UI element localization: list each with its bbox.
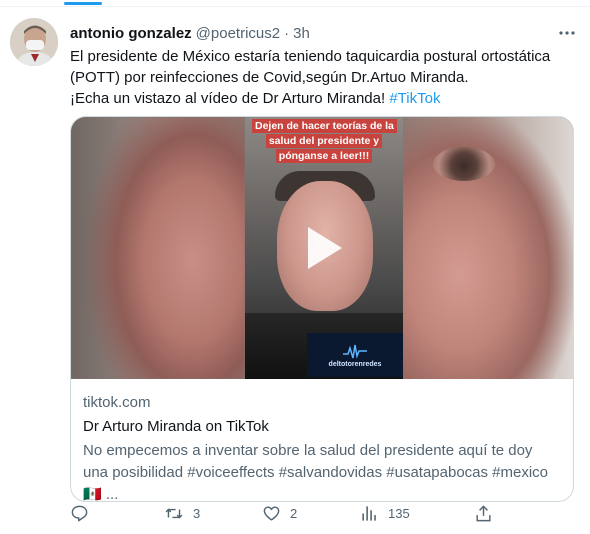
share-icon <box>476 504 491 521</box>
retweet-count: 3 <box>193 505 201 521</box>
author-handle[interactable]: @poetricus2 <box>196 25 280 42</box>
play-icon[interactable] <box>299 223 349 273</box>
link-card[interactable]: Dejen de hacer teorías de la salud del p… <box>70 116 574 502</box>
tweet-text: El presidente de México estaría teniendo… <box>70 46 576 109</box>
tweet-time[interactable]: 3h <box>293 25 310 42</box>
tweet-actions: 3 2 135 <box>70 502 520 524</box>
card-media[interactable]: Dejen de hacer teorías de la salud del p… <box>71 117 573 379</box>
retweet-button[interactable]: 3 <box>164 502 200 524</box>
tweet: antonio gonzalez @poetricus2 · 3h El pre… <box>70 22 576 109</box>
card-description: No empecemos a inventar sobre la salud d… <box>83 442 549 502</box>
analytics-icon <box>362 505 376 521</box>
hashtag-link[interactable]: #TikTok <box>389 90 440 107</box>
views-button[interactable]: 135 <box>360 502 410 524</box>
tweet-text-line: ¡Echa un vistazo al vídeo de Dr Arturo M… <box>70 88 576 109</box>
divider <box>0 6 590 7</box>
card-info[interactable]: tiktok.com Dr Arturo Miranda on TikTok N… <box>71 379 573 502</box>
reply-button[interactable] <box>70 502 98 524</box>
media-background-left <box>71 117 245 379</box>
logo-mark-icon <box>343 344 367 359</box>
more-icon[interactable] <box>556 22 578 44</box>
views-count: 135 <box>388 505 410 521</box>
tweet-cta: ¡Echa un vistazo al vídeo de Dr Arturo M… <box>70 90 386 107</box>
card-domain: tiktok.com <box>83 394 151 411</box>
separator-dot: · <box>284 24 290 42</box>
avatar-image <box>10 18 58 66</box>
media-background-right <box>399 117 573 379</box>
channel-logo: deltotorenredes <box>307 333 403 377</box>
video-caption: Dejen de hacer teorías de la salud del p… <box>252 119 397 164</box>
reply-icon <box>71 505 88 521</box>
top-accent-bar <box>64 2 102 5</box>
avatar[interactable] <box>10 18 58 66</box>
like-icon <box>263 505 280 521</box>
tweet-header: antonio gonzalez @poetricus2 · 3h <box>70 22 576 44</box>
video-caption-text: Dejen de hacer teorías de la salud del p… <box>252 119 397 163</box>
logo-text: deltotorenredes <box>328 361 382 368</box>
media-eye <box>433 147 495 181</box>
retweet-icon <box>165 508 183 518</box>
like-count: 2 <box>290 505 298 521</box>
card-title: Dr Arturo Miranda on TikTok <box>83 418 269 435</box>
author-name[interactable]: antonio gonzalez <box>70 25 192 42</box>
share-button[interactable] <box>474 502 493 524</box>
like-button[interactable]: 2 <box>262 502 297 524</box>
tweet-text-line: El presidente de México estaría teniendo… <box>70 48 551 86</box>
